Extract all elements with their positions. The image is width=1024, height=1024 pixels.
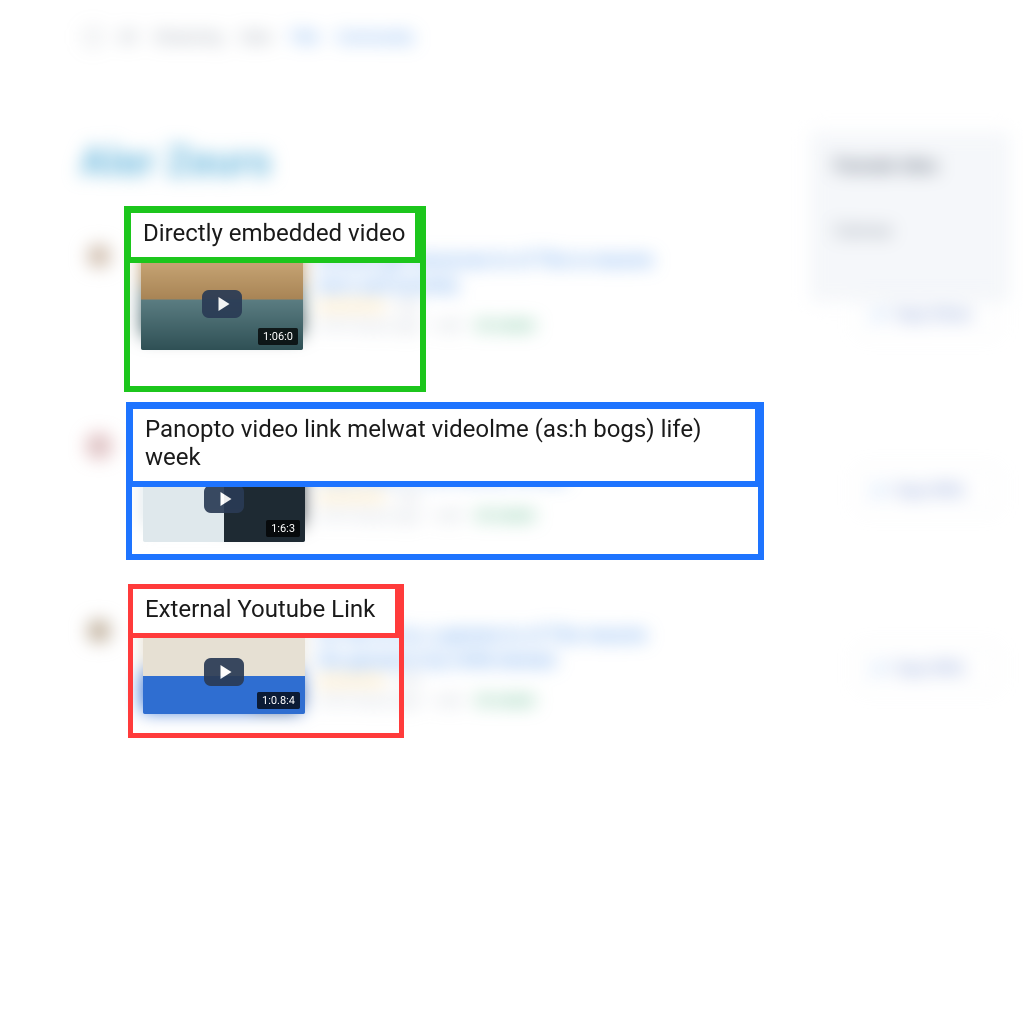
avatar[interactable] (88, 435, 110, 457)
annotation-label: Panopto video link melwat videolme (as:h… (127, 403, 761, 487)
result-tag[interactable]: 26 trailed (475, 318, 534, 334)
check-icon: ✔ (873, 305, 886, 324)
annotation-label: Directly embedded video (125, 207, 421, 263)
nav-all[interactable]: All (119, 28, 136, 46)
check-icon: ✔ (873, 481, 886, 500)
annotation-box-blue: Panopto video link melwat videolme (as:h… (126, 402, 764, 560)
annotation-label: External Youtube Link (128, 584, 400, 638)
page-title: Aler Zeurs (80, 138, 272, 185)
nav-icon[interactable] (85, 29, 101, 45)
top-nav: All Streaming Date Title Community (85, 28, 413, 46)
nav-title[interactable]: Title (289, 28, 318, 46)
annotation-box-green: Directly embedded video (124, 206, 426, 392)
sidebar-heading: Famale Ideo (834, 154, 986, 177)
nav-community[interactable]: Community (336, 28, 413, 46)
pill-label: Sopy Wlifo (894, 481, 965, 499)
sidebar-panel: Famale Ideo Cannue (810, 132, 1010, 302)
sidebar-filter-pill[interactable]: ✔ Sopy Wlifo (858, 470, 998, 510)
avatar[interactable] (88, 620, 110, 642)
annotation-box-red: External Youtube Link (128, 584, 404, 738)
sidebar-filter-pill[interactable]: ✔ Sopy Wlifo (858, 648, 998, 688)
pill-label: Sopy Wlifo (894, 659, 965, 677)
sidebar-filter-pill[interactable]: ✔ Sopy Srless (858, 294, 998, 334)
nav-date[interactable]: Date (240, 28, 271, 46)
nav-stream[interactable]: Streaming (154, 28, 222, 46)
pill-label: Sopy Srless (894, 305, 972, 323)
avatar[interactable] (88, 245, 110, 267)
sidebar-section: Cannue (834, 221, 986, 241)
result-tag[interactable]: 26 trailed (475, 693, 534, 709)
check-icon: ✔ (873, 659, 886, 678)
